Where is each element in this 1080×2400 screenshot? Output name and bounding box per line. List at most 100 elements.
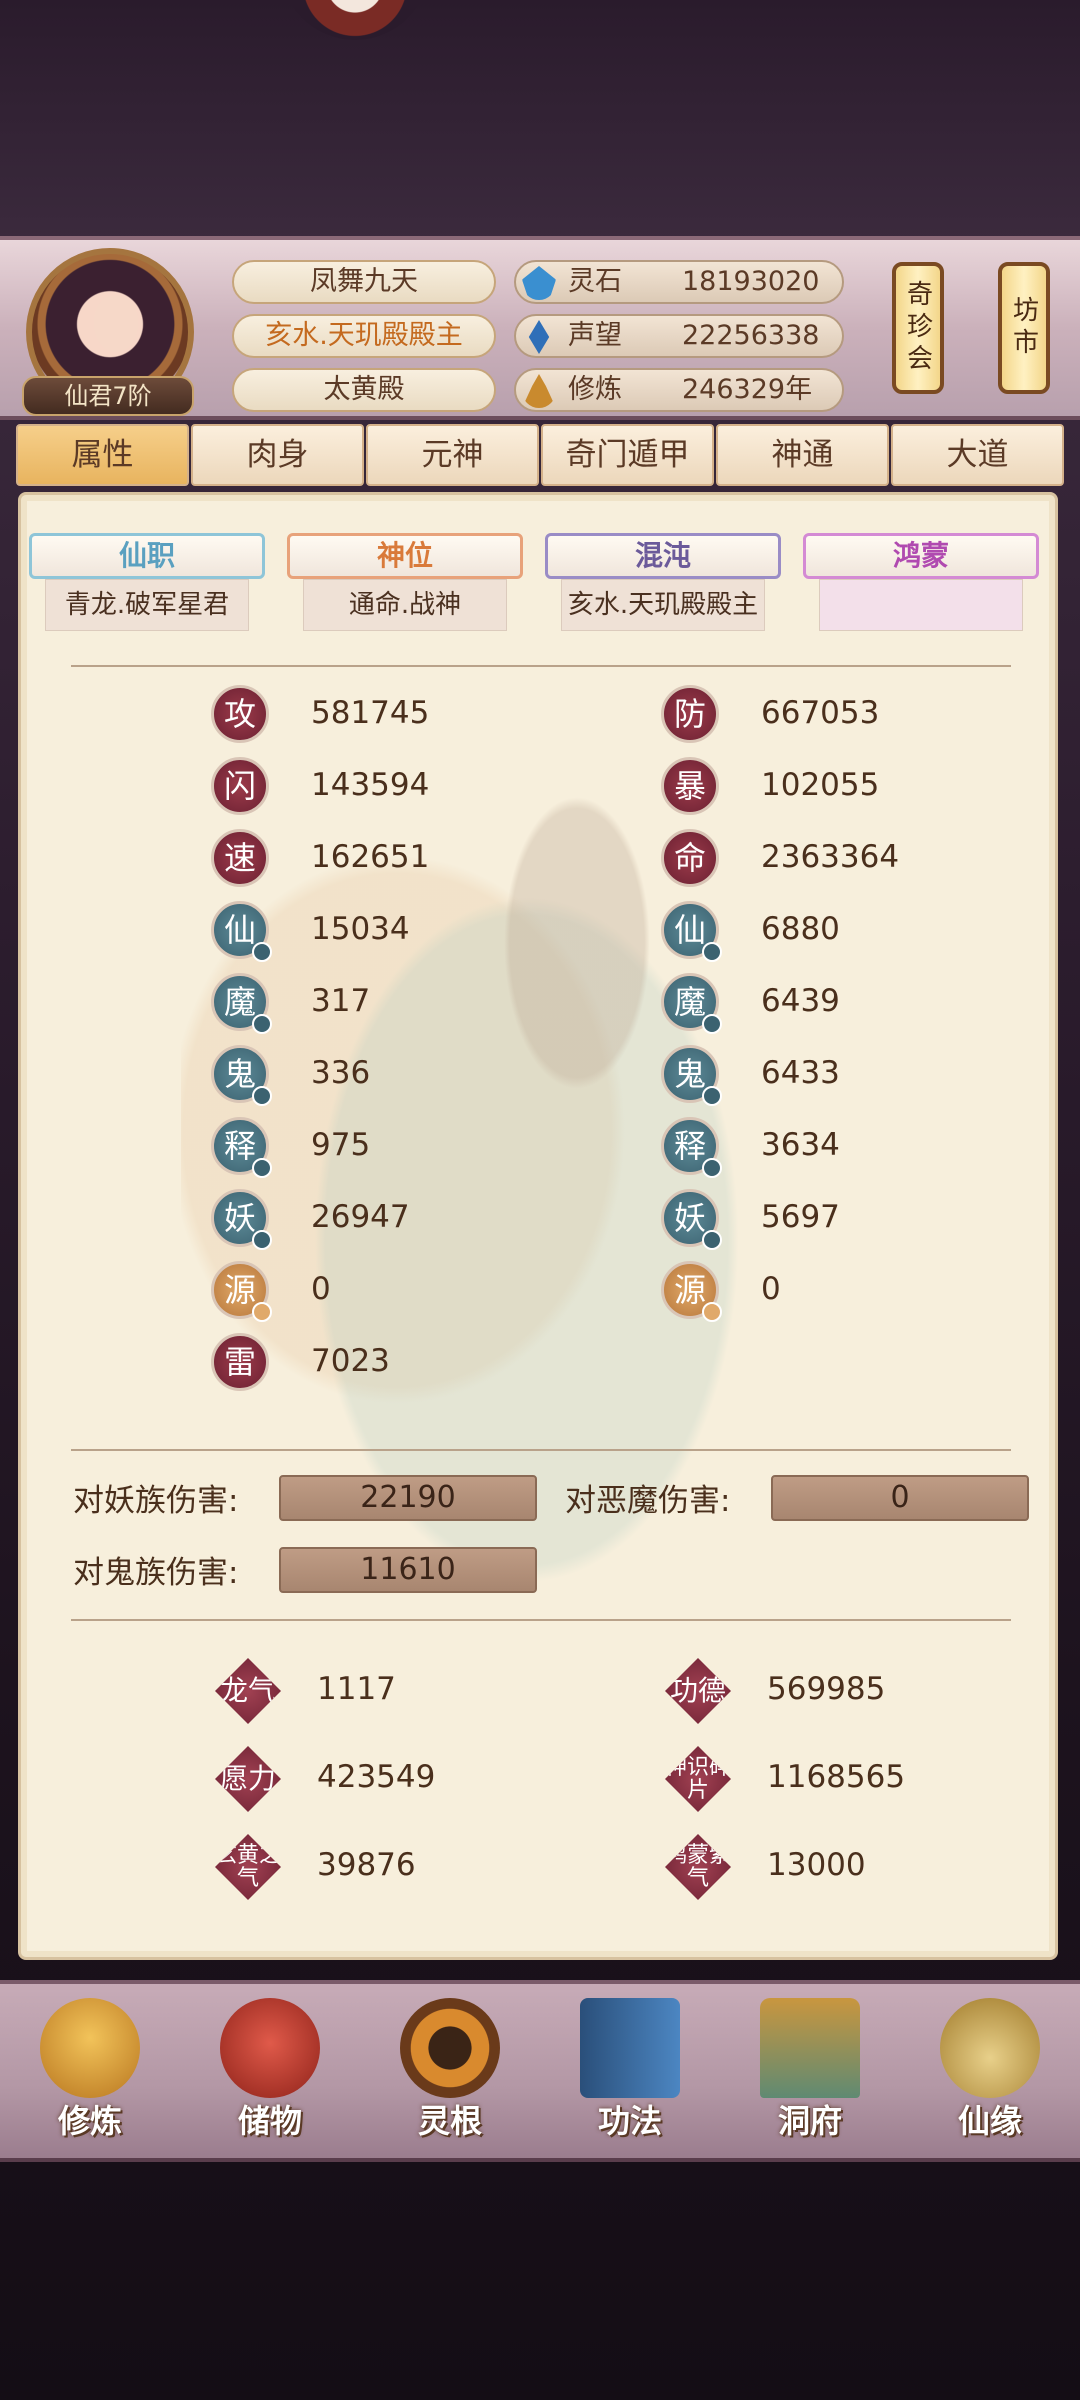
treasure-fair-button[interactable]: 奇珍会 (892, 262, 944, 394)
stat-right-5-icon: 鬼 (661, 1045, 722, 1106)
resource-value: 246329年 (682, 374, 813, 405)
title-hongmeng[interactable]: 鸿蒙 (803, 533, 1039, 633)
attributes-panel: 仙职 青龙.破军星君 神位 通命.战神 混沌 亥水.天玑殿殿主 鸿蒙 攻 5817… (18, 492, 1058, 1960)
character-title[interactable]: 亥水.天玑殿殿主 (232, 314, 496, 358)
info-dot-icon (252, 1158, 272, 1178)
market-button[interactable]: 坊市 (998, 262, 1050, 394)
info-dot-icon (252, 1302, 272, 1322)
cultivate-icon (40, 1998, 140, 2098)
resource-label: 修炼 (568, 374, 622, 405)
info-dot-icon (702, 1086, 722, 1106)
tab-spirit[interactable]: 元神 (366, 424, 539, 486)
xuanhuang-qi-icon: 玄黄之气 (215, 1834, 281, 1900)
stat-left-3-value: 15034 (311, 911, 410, 947)
merit-value: 569985 (767, 1671, 886, 1707)
section-divider (71, 1449, 1011, 1451)
title-immortal-post[interactable]: 仙职 青龙.破军星君 (29, 533, 265, 633)
wish-power-value: 423549 (317, 1759, 436, 1795)
title-label: 仙职 (29, 533, 265, 579)
stat-left-9-icon: 雷 (211, 1333, 269, 1391)
title-value: 青龙.破军星君 (45, 579, 249, 631)
nav-storage[interactable]: 储物 (195, 1988, 345, 2148)
info-dot-icon (252, 1014, 272, 1034)
info-dot-icon (252, 1086, 272, 1106)
damage-vs-ghost-label: 对鬼族伤害: (73, 1555, 239, 1591)
stat-left-5-icon: 鬼 (211, 1045, 272, 1106)
tab-divine-power[interactable]: 神通 (716, 424, 889, 486)
spirit-stone-icon (522, 266, 556, 300)
damage-vs-demon-value: 0 (771, 1475, 1029, 1521)
stat-right-6-value: 3634 (761, 1127, 840, 1163)
resource-prestige: 声望 22256338 (514, 314, 844, 358)
stat-left-1-icon: 闪 (211, 757, 269, 815)
dragon-qi-value: 1117 (317, 1671, 396, 1707)
tab-qimen[interactable]: 奇门遁甲 (541, 424, 714, 486)
stat-left-7-value: 26947 (311, 1199, 410, 1235)
character-header: 仙君7阶 凤舞九天 亥水.天玑殿殿主 太黄殿 灵石 18193020 声望 22… (0, 236, 1080, 420)
section-divider (71, 1619, 1011, 1621)
stat-right-2-icon: 命 (661, 829, 719, 887)
stat-right-6-icon: 释 (661, 1117, 722, 1178)
title-divine-rank[interactable]: 神位 通命.战神 (287, 533, 523, 633)
wish-power-icon: 愿力 (215, 1746, 281, 1812)
nav-spirit-root[interactable]: 灵根 (375, 1988, 525, 2148)
nav-label: 灵根 (417, 2102, 482, 2140)
info-dot-icon (252, 1230, 272, 1250)
storage-bag-icon (220, 1998, 320, 2098)
stat-right-0-value: 667053 (761, 695, 880, 731)
title-value (819, 579, 1023, 631)
pet-avatar-peek (280, 0, 430, 40)
stat-left-4-value: 317 (311, 983, 371, 1019)
stat-left-7-icon: 妖 (211, 1189, 272, 1250)
divine-sense-shard-icon: 神识碎片 (665, 1746, 731, 1812)
section-divider (71, 665, 1011, 667)
stat-right-2-value: 2363364 (761, 839, 900, 875)
nav-cultivate[interactable]: 修炼 (15, 1988, 165, 2148)
stat-left-1-value: 143594 (311, 767, 430, 803)
stat-left-9-value: 7023 (311, 1343, 390, 1379)
stat-left-2-icon: 速 (211, 829, 269, 887)
tab-attributes[interactable]: 属性 (16, 424, 189, 486)
stat-left-2-value: 162651 (311, 839, 430, 875)
hongmeng-purple-qi-icon: 鸿蒙紫气 (665, 1834, 731, 1900)
stat-right-7-value: 5697 (761, 1199, 840, 1235)
info-dot-icon (702, 1230, 722, 1250)
stat-right-8-icon: 源 (661, 1261, 722, 1322)
info-dot-icon (702, 1014, 722, 1034)
character-name: 凤舞九天 (232, 260, 496, 304)
stat-left-0-icon: 攻 (211, 685, 269, 743)
stat-left-8-icon: 源 (211, 1261, 272, 1322)
stat-left-8-value: 0 (311, 1271, 331, 1307)
damage-vs-demon-label: 对恶魔伤害: (565, 1483, 731, 1519)
info-dot-icon (702, 942, 722, 962)
info-dot-icon (702, 1158, 722, 1178)
stat-left-5-value: 336 (311, 1055, 371, 1091)
info-dot-icon (252, 942, 272, 962)
nav-label: 仙缘 (957, 2102, 1022, 2140)
bottom-navigation: 修炼 储物 灵根 功法 洞府 仙缘 (0, 1980, 1080, 2162)
prestige-icon (528, 320, 550, 354)
stat-left-6-icon: 释 (211, 1117, 272, 1178)
stat-right-4-icon: 魔 (661, 973, 722, 1034)
title-label: 鸿蒙 (803, 533, 1039, 579)
nav-fate[interactable]: 仙缘 (915, 1988, 1065, 2148)
title-chaos[interactable]: 混沌 亥水.天玑殿殿主 (545, 533, 781, 633)
stat-right-1-icon: 暴 (661, 757, 719, 815)
nav-label: 洞府 (777, 2102, 842, 2140)
stat-left-4-icon: 魔 (211, 973, 272, 1034)
title-value: 亥水.天玑殿殿主 (561, 579, 765, 631)
resource-cultivation: 修炼 246329年 (514, 368, 844, 412)
resource-label: 灵石 (568, 266, 622, 297)
damage-vs-ghost-value: 11610 (279, 1547, 537, 1593)
nav-label: 功法 (597, 2102, 662, 2140)
nav-label: 修炼 (57, 2102, 122, 2140)
title-label: 混沌 (545, 533, 781, 579)
character-sect: 太黄殿 (232, 368, 496, 412)
hongmeng-purple-qi-value: 13000 (767, 1847, 866, 1883)
tab-great-dao[interactable]: 大道 (891, 424, 1064, 486)
tab-body[interactable]: 肉身 (191, 424, 364, 486)
resource-label: 声望 (568, 320, 622, 351)
nav-cave-palace[interactable]: 洞府 (735, 1988, 885, 2148)
stat-right-3-icon: 仙 (661, 901, 722, 962)
nav-manual[interactable]: 功法 (555, 1988, 705, 2148)
